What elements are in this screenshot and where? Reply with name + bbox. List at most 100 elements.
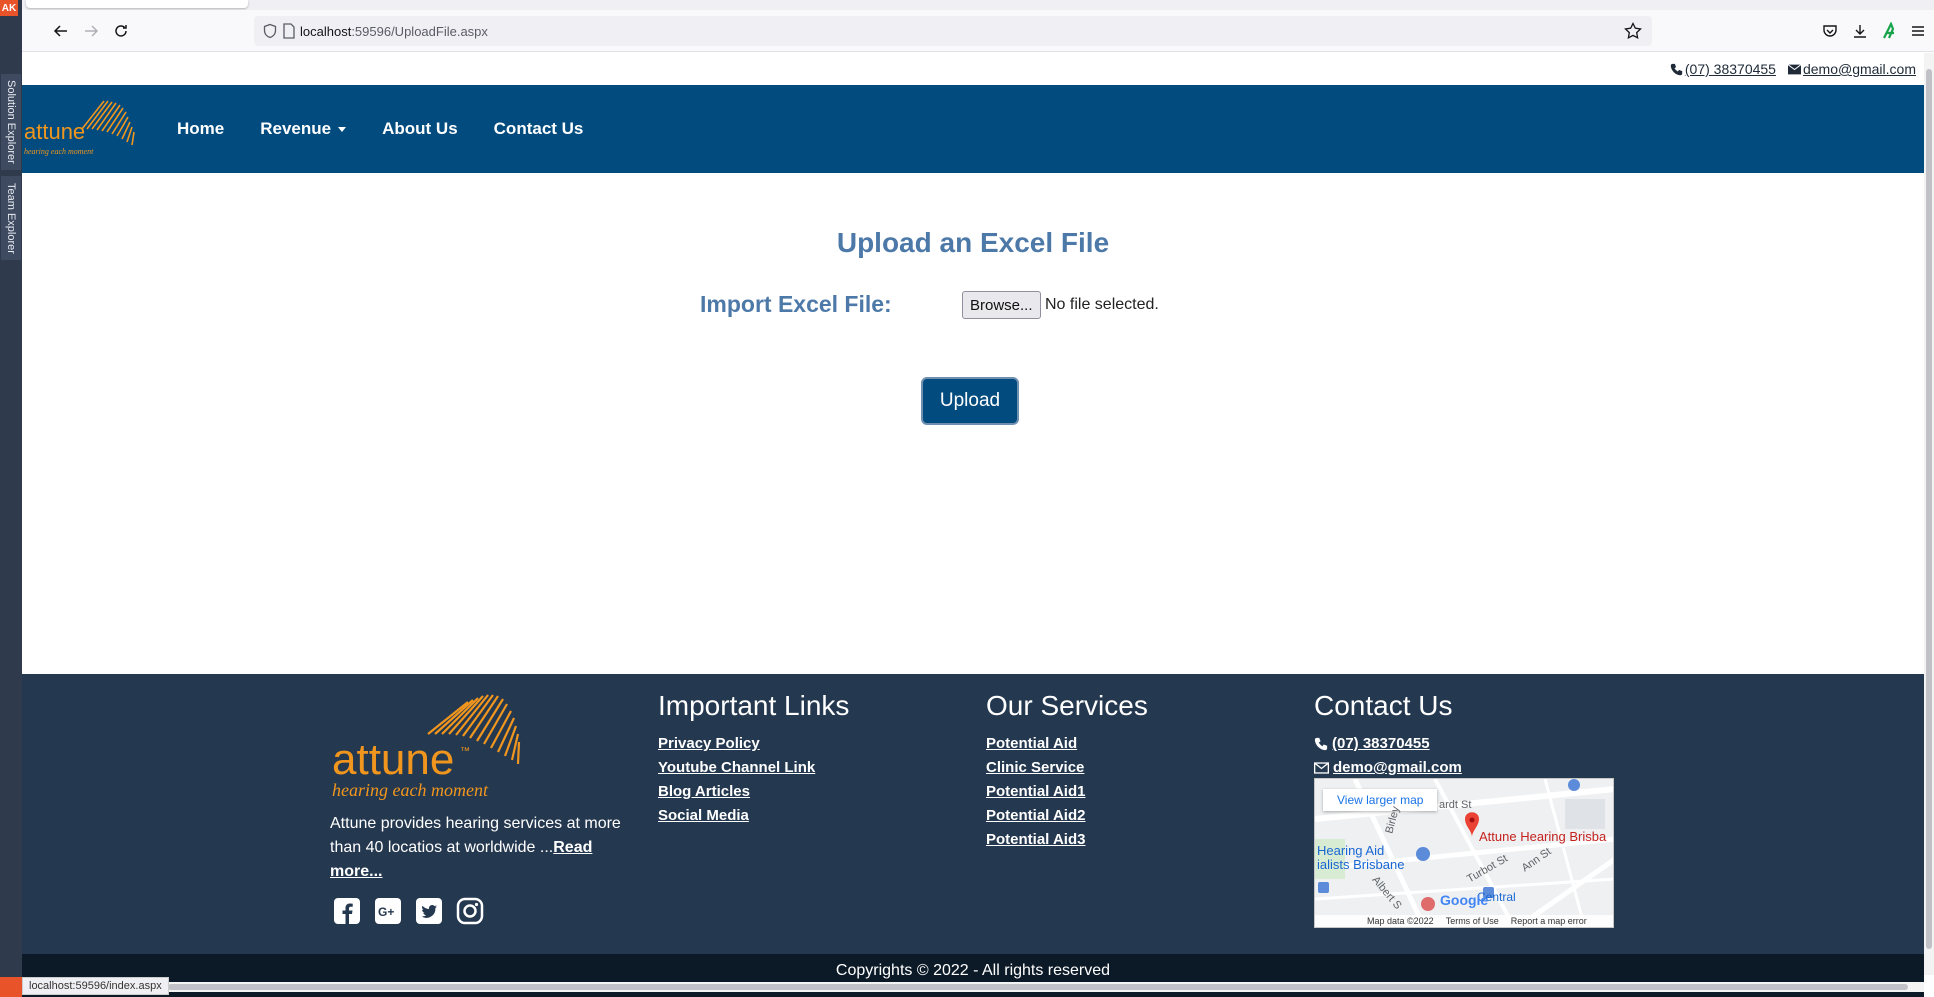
map-hearing-line1: Hearing Aid [1317, 843, 1385, 858]
important-links-column: Important Links Privacy Policy Youtube C… [658, 690, 849, 828]
topbar-phone-link[interactable]: (07) 38370455 [1670, 61, 1776, 77]
services-title: Our Services [986, 690, 1148, 721]
upload-section: Upload an Excel File Import Excel File: … [22, 173, 1924, 674]
ide-side-strip: AK Solution Explorer Team Explorer [0, 0, 22, 997]
ide-tab-team-explorer[interactable]: Team Explorer [1, 176, 21, 260]
envelope-icon [1314, 762, 1329, 774]
footer-phone-link[interactable]: (07) 38370455 [1314, 732, 1462, 756]
link-privacy-policy[interactable]: Privacy Policy [658, 732, 849, 756]
url-path: :59596/UploadFile.aspx [351, 24, 488, 39]
footer-brand-name: attune [332, 735, 454, 784]
browser-toolbar: localhost:59596/UploadFile.aspx [22, 10, 1934, 52]
social-links: G+ [332, 896, 484, 925]
footer-brand-tm: ™ [460, 746, 470, 757]
url-text: localhost:59596/UploadFile.aspx [300, 24, 488, 39]
nav-home[interactable]: Home [177, 119, 224, 139]
google-plus-icon: G+ [374, 897, 401, 924]
envelope-icon [1787, 63, 1801, 74]
contact-column: Contact Us (07) 38370455 demo@gmail.com [1314, 690, 1462, 780]
instagram-link[interactable] [455, 896, 484, 925]
downloads-button[interactable] [1846, 16, 1874, 46]
link-clinic-service[interactable]: Clinic Service [986, 756, 1148, 780]
vertical-scroll-thumb[interactable] [1926, 69, 1932, 949]
phone-icon [1670, 63, 1683, 75]
embedded-map[interactable]: View larger map Attune Hearing Brisba He… [1314, 778, 1614, 928]
contact-topbar: (07) 38370455 demo@gmail.com [22, 53, 1924, 85]
instagram-icon [456, 897, 483, 924]
map-data-text: Map data ©2022 [1367, 916, 1434, 926]
map-business-label[interactable]: Attune Hearing Brisba [1479, 829, 1606, 844]
map-report-link[interactable]: Report a map error [1511, 916, 1587, 926]
ide-badge: AK [0, 0, 18, 16]
link-potential-aid2[interactable]: Potential Aid2 [986, 804, 1148, 828]
pocket-icon [1823, 25, 1837, 37]
link-blog-articles[interactable]: Blog Articles [658, 780, 849, 804]
star-bookmark-icon [1624, 22, 1642, 39]
reload-icon [115, 25, 127, 37]
shield-icon [263, 23, 277, 39]
nav-revenue-dropdown[interactable]: Revenue [260, 119, 347, 139]
nav-revenue-label: Revenue [260, 119, 332, 138]
extension-button[interactable] [1876, 16, 1904, 46]
attune-logo-icon: attune hearing each moment [24, 100, 135, 156]
status-bar-url: localhost:59596/index.aspx [22, 977, 169, 995]
nav-links: Home Revenue About Us Contact Us [177, 85, 583, 173]
footer-email-link[interactable]: demo@gmail.com [1314, 756, 1462, 780]
map-hearing-line2: ialists Brisbane [1317, 857, 1405, 872]
extension-a-icon [1883, 22, 1895, 39]
topbar-email: demo@gmail.com [1802, 61, 1916, 77]
important-links-title: Important Links [658, 690, 850, 721]
address-bar[interactable]: localhost:59596/UploadFile.aspx [254, 16, 1652, 46]
services-column: Our Services Potential Aid Clinic Servic… [986, 690, 1148, 852]
nav-about-us[interactable]: About Us [382, 119, 458, 139]
brand-name: attune [24, 119, 85, 144]
footer-logo[interactable]: attune ™ hearing each moment [318, 686, 578, 811]
url-host: localhost [300, 24, 352, 39]
nav-contact-us[interactable]: Contact Us [494, 119, 584, 139]
import-excel-label: Import Excel File: [700, 291, 892, 317]
horizontal-scrollbar[interactable] [162, 982, 1924, 992]
tab-strip [22, 0, 1934, 10]
ide-tab-solution-explorer[interactable]: Solution Explorer [1, 74, 21, 170]
map-street-label: ardt St [1439, 799, 1472, 811]
link-potential-aid3[interactable]: Potential Aid3 [986, 828, 1148, 852]
file-status-text: No file selected. [1045, 296, 1159, 313]
page-title: Upload an Excel File [836, 227, 1110, 258]
horizontal-scroll-thumb[interactable] [168, 984, 1908, 990]
active-tab[interactable] [26, 0, 248, 8]
twitter-link[interactable] [414, 896, 443, 925]
browse-file-button[interactable]: Browse... [962, 291, 1041, 319]
attune-footer-logo-icon: attune ™ hearing each moment [332, 694, 521, 800]
brand-tagline: hearing each moment [24, 147, 94, 156]
facebook-link[interactable] [332, 896, 361, 925]
pocket-button[interactable] [1816, 16, 1844, 46]
link-youtube-channel[interactable]: Youtube Channel Link [658, 756, 849, 780]
link-potential-aid[interactable]: Potential Aid [986, 732, 1148, 756]
footer-about: Attune provides hearing services at more… [330, 812, 630, 884]
web-page: (07) 38370455 demo@gmail.com attune hear… [22, 53, 1924, 997]
link-social-media[interactable]: Social Media [658, 804, 849, 828]
upload-button[interactable]: Upload [921, 377, 1019, 425]
vertical-scrollbar[interactable] [1924, 53, 1934, 975]
link-potential-aid1[interactable]: Potential Aid1 [986, 780, 1148, 804]
menu-button[interactable] [1904, 16, 1932, 46]
footer-phone: (07) 38370455 [1332, 735, 1430, 752]
map-terms-link[interactable]: Terms of Use [1446, 916, 1499, 926]
ide-bottom-indicator [0, 977, 22, 997]
forward-arrow-icon [85, 25, 99, 37]
reload-button[interactable] [106, 16, 136, 46]
topbar-email-link[interactable]: demo@gmail.com [1787, 61, 1916, 77]
page-icon [283, 23, 295, 39]
svg-text:G+: G+ [378, 905, 394, 919]
google-plus-link[interactable]: G+ [373, 896, 402, 925]
forward-button[interactable] [76, 16, 106, 46]
hamburger-menu-icon [1912, 26, 1924, 36]
map-hearing-label: Hearing Aid ialists Brisbane [1317, 844, 1404, 872]
back-button[interactable] [46, 16, 76, 46]
contact-title: Contact Us [1314, 690, 1453, 721]
site-footer: attune ™ hearing each moment Attune prov… [22, 674, 1924, 954]
download-icon [1854, 25, 1866, 38]
brand-logo[interactable]: attune hearing each moment [24, 99, 144, 159]
back-arrow-icon [53, 25, 67, 37]
view-larger-map-link[interactable]: View larger map [1323, 789, 1438, 811]
